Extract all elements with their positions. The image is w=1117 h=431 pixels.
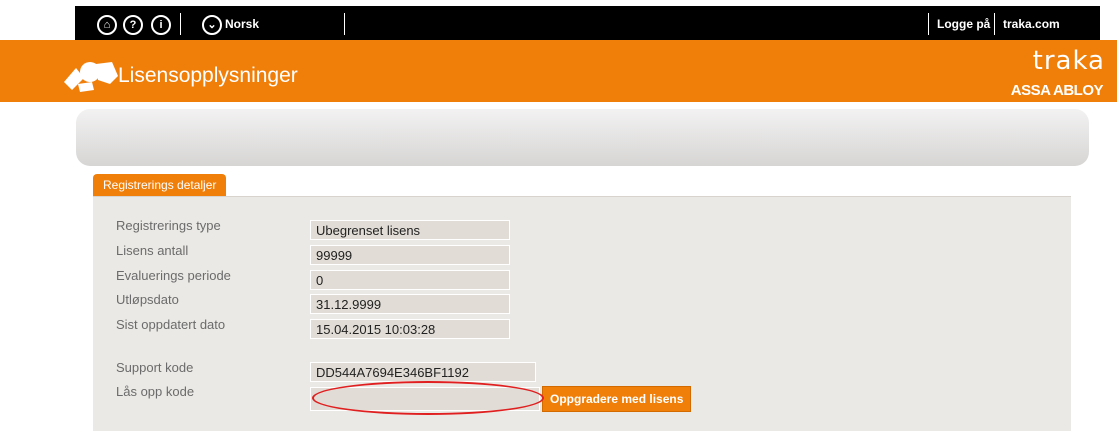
home-icon[interactable]: ⌂ [97,15,117,35]
divider [928,13,929,35]
assa-abloy-logo: ASSA ABLOY [1010,82,1104,99]
page-header: Lisensopplysninger traka ASSA ABLOY [0,40,1117,102]
field-value: Ubegrenset lisens [310,220,510,240]
field-value: 99999 [310,245,510,265]
field-value: 15.04.2015 10:03:28 [310,319,510,339]
tab-registration-details[interactable]: Registrerings detaljer [93,174,227,196]
unlock-code-label: Lås opp kode [116,384,195,399]
login-link[interactable]: Logge på [937,17,990,31]
language-selector[interactable]: Norsk [225,17,259,31]
app-logo-icon [64,62,118,92]
field-value: 0 [310,270,510,290]
traka-link[interactable]: traka.com [1003,17,1060,31]
page-title: Lisensopplysninger [118,64,298,87]
help-icon[interactable]: ? [123,15,143,35]
field-label: Evaluerings periode [116,268,231,283]
field-label: Utløpsdato [116,292,179,307]
divider [180,13,181,35]
unlock-code-input[interactable] [310,387,540,411]
field-label: Sist oppdatert dato [116,317,226,332]
field-label: Lisens antall [116,243,189,258]
toolbar-band [76,109,1089,166]
divider [344,13,345,35]
support-code-label: Support kode [116,360,194,375]
top-bar: ⌂ ? i ⌄ Norsk Logge på traka.com [0,0,1117,40]
top-nav: ⌂ ? i ⌄ Norsk Logge på traka.com [75,6,1100,40]
field-value: 31.12.9999 [310,294,510,314]
support-code-value: DD544A7694E346BF1192 [310,362,536,382]
traka-logo: traka [1032,46,1105,76]
chevron-down-icon[interactable]: ⌄ [202,15,222,35]
info-icon[interactable]: i [151,15,171,35]
divider [994,13,995,35]
field-label: Registrerings type [116,218,221,233]
upgrade-license-button[interactable]: Oppgradere med lisens [542,386,692,412]
